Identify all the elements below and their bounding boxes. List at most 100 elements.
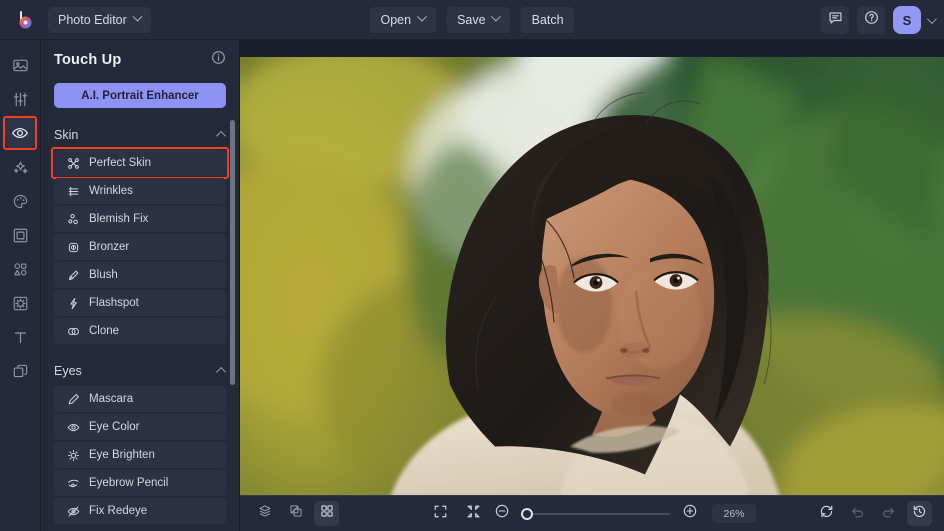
sidebar-tool-text[interactable]: [5, 322, 35, 352]
sidebar-tool-layers[interactable]: [5, 356, 35, 386]
layers-icon: [258, 504, 272, 523]
eye-icon: [11, 124, 29, 142]
compare-split-icon: [289, 504, 303, 523]
bottom-toolbar: 26%: [240, 495, 944, 531]
list-item-blush[interactable]: Blush: [54, 262, 226, 288]
fit-actual-size-icon: [466, 504, 481, 524]
avatar[interactable]: S: [893, 6, 921, 34]
list-item-label: Eye Color: [89, 421, 140, 433]
chevron-down-icon: [132, 12, 142, 22]
eye-brighten-icon: [66, 448, 80, 462]
zoom-level-display[interactable]: 26%: [712, 504, 756, 523]
list-item-eye-color[interactable]: Eye Color: [54, 414, 226, 440]
history-controls: [814, 501, 932, 526]
canvas-column: 26%: [240, 40, 944, 531]
redo-button[interactable]: [876, 501, 901, 526]
list-item-mascara[interactable]: Mascara: [54, 386, 226, 412]
chevron-down-icon: [491, 12, 501, 22]
section-label-skin: Skin: [54, 128, 78, 142]
list-item-label: Bronzer: [89, 241, 129, 253]
sidebar-tool-adjust[interactable]: [5, 84, 35, 114]
ai-portrait-enhancer-label: A.I. Portrait Enhancer: [81, 90, 199, 102]
feedback-button[interactable]: [821, 6, 849, 34]
list-item-bronzer[interactable]: Bronzer: [54, 234, 226, 260]
list-item-label: Mascara: [89, 393, 133, 405]
panel-header: Touch Up: [41, 40, 239, 80]
compare-button[interactable]: [283, 501, 308, 526]
eyebrow-pencil-icon: [66, 476, 80, 490]
sidebar-tool-effects[interactable]: [5, 152, 35, 182]
photo-editor-app: Photo Editor Open Save Batch: [0, 0, 944, 531]
batch-label: Batch: [532, 13, 564, 27]
list-item-perfect-skin[interactable]: Perfect Skin: [54, 150, 226, 176]
zoom-controls: 26%: [428, 501, 756, 526]
list-item-fix-redeye[interactable]: Fix Redeye: [54, 498, 226, 524]
sparkles-icon: [12, 159, 29, 176]
list-item-label: Clone: [89, 325, 119, 337]
overlay-icon: [12, 295, 29, 312]
avatar-initial: S: [903, 13, 912, 28]
panel-scrollbar[interactable]: [230, 120, 235, 385]
section-header-skin[interactable]: Skin: [54, 121, 226, 148]
app-logo[interactable]: [8, 5, 42, 35]
image-canvas[interactable]: [240, 40, 944, 495]
text-icon: [12, 329, 29, 346]
list-item-label: Eyebrow Pencil: [89, 477, 168, 489]
tool-rail: [0, 40, 41, 531]
panel-body: A.I. Portrait Enhancer Skin: [41, 83, 239, 531]
blemish-fix-icon: [66, 212, 80, 226]
list-item-eyebrow-pencil[interactable]: Eyebrow Pencil: [54, 470, 226, 496]
sliders-icon: [12, 91, 29, 108]
grid-view-button[interactable]: [314, 501, 339, 526]
info-circle-icon[interactable]: [211, 50, 226, 70]
zoom-slider-knob[interactable]: [521, 508, 533, 520]
batch-button[interactable]: Batch: [521, 7, 575, 33]
list-item-clone[interactable]: Clone: [54, 318, 226, 344]
sidebar-tool-frame[interactable]: [5, 220, 35, 250]
undo-button[interactable]: [845, 501, 870, 526]
fit-actual-size-button[interactable]: [461, 501, 486, 526]
grid-view-icon: [320, 504, 334, 523]
zoom-slider[interactable]: [522, 513, 670, 515]
palette-icon: [12, 193, 29, 210]
sidebar-tool-paint[interactable]: [5, 186, 35, 216]
bunnypic-logo-icon: [14, 9, 36, 31]
app-mode-selector[interactable]: Photo Editor: [48, 7, 151, 33]
list-item-blemish-fix[interactable]: Blemish Fix: [54, 206, 226, 232]
zoom-level-value: 26%: [723, 508, 744, 520]
history-button[interactable]: [907, 501, 932, 526]
section-label-eyes: Eyes: [54, 364, 82, 378]
open-button[interactable]: Open: [369, 7, 436, 33]
zoom-in-icon[interactable]: [682, 503, 698, 524]
ai-portrait-enhancer-button[interactable]: A.I. Portrait Enhancer: [54, 83, 226, 108]
layers-button[interactable]: [252, 501, 277, 526]
sidebar-tool-touchup[interactable]: [5, 118, 35, 148]
zoom-out-icon[interactable]: [494, 503, 510, 524]
section-header-eyes[interactable]: Eyes: [54, 357, 226, 384]
list-item-eye-brighten[interactable]: Eye Brighten: [54, 442, 226, 468]
fit-to-screen-button[interactable]: [428, 501, 453, 526]
list-item-wrinkles[interactable]: Wrinkles: [54, 178, 226, 204]
perfect-skin-icon: [66, 156, 80, 170]
list-item-label: Eye Brighten: [89, 449, 155, 461]
list-item-label: Fix Redeye: [89, 505, 147, 517]
edited-photo: [240, 57, 944, 495]
clone-icon: [66, 324, 80, 338]
sidebar-tool-image[interactable]: [5, 50, 35, 80]
eye-color-icon: [66, 420, 80, 434]
save-button[interactable]: Save: [446, 7, 511, 33]
sidebar-tool-shapes[interactable]: [5, 254, 35, 284]
skin-tool-list: Perfect Skin Wrinkles: [54, 150, 226, 344]
undo-icon: [850, 504, 865, 524]
sidebar-tool-overlay[interactable]: [5, 288, 35, 318]
chevron-up-icon: [216, 367, 226, 377]
fit-to-screen-icon: [433, 504, 448, 524]
list-item-flashspot[interactable]: Flashspot: [54, 290, 226, 316]
chevron-up-icon: [216, 131, 226, 141]
help-button[interactable]: [857, 6, 885, 34]
redo-icon: [881, 504, 896, 524]
reset-view-button[interactable]: [814, 501, 839, 526]
save-label: Save: [457, 13, 486, 27]
file-actions-group: Open Save Batch: [369, 7, 574, 33]
chevron-down-icon[interactable]: [927, 14, 937, 24]
